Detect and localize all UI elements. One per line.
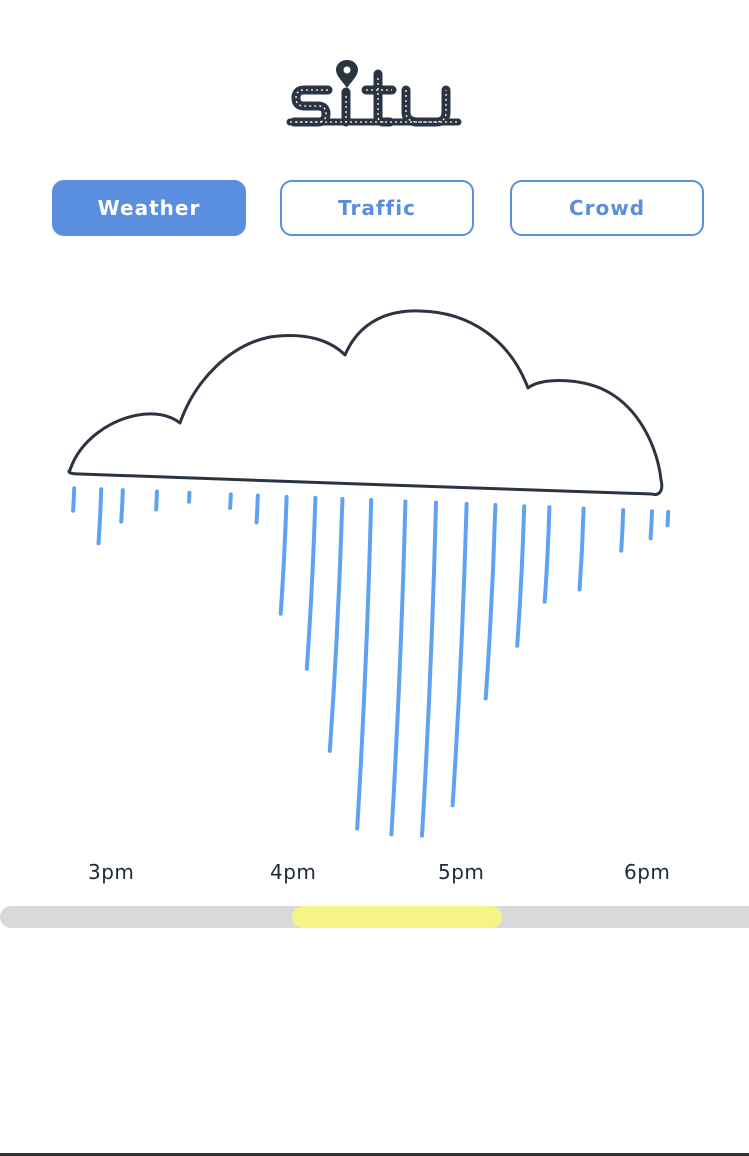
- time-label-6pm: 6pm: [624, 860, 671, 884]
- rain-bar: [619, 508, 626, 553]
- rain-bar: [665, 509, 671, 528]
- rain-bar: [327, 496, 345, 753]
- rain-bar: [389, 499, 408, 837]
- rain-bar: [254, 493, 260, 525]
- rain-bars: [71, 486, 671, 838]
- rain-bar: [119, 488, 125, 524]
- rain-bar: [228, 492, 233, 510]
- time-label-3pm: 3pm: [88, 860, 135, 884]
- rain-bar: [483, 503, 498, 701]
- rain-bar: [542, 505, 552, 604]
- rain-bar: [278, 494, 289, 616]
- rain-bar: [304, 495, 318, 671]
- tab-traffic[interactable]: Traffic: [280, 180, 474, 236]
- tab-weather[interactable]: Weather: [52, 180, 246, 236]
- cloud-icon: [67, 309, 664, 496]
- rain-bar: [355, 498, 374, 831]
- situ-logo: [286, 60, 462, 127]
- rain-bar: [450, 501, 469, 808]
- rain-chart: [67, 309, 671, 838]
- rain-bar: [420, 500, 438, 838]
- rain-bar: [515, 504, 527, 648]
- timeline-range-handle[interactable]: [292, 906, 502, 928]
- rain-bar: [96, 487, 104, 546]
- time-label-5pm: 5pm: [438, 860, 485, 884]
- rain-bar: [154, 489, 159, 512]
- map-pin-icon: [336, 60, 358, 88]
- rain-bar: [71, 486, 77, 513]
- rain-bar: [648, 509, 654, 541]
- time-label-4pm: 4pm: [270, 860, 317, 884]
- rain-bar: [577, 506, 586, 592]
- tab-crowd[interactable]: Crowd: [510, 180, 704, 236]
